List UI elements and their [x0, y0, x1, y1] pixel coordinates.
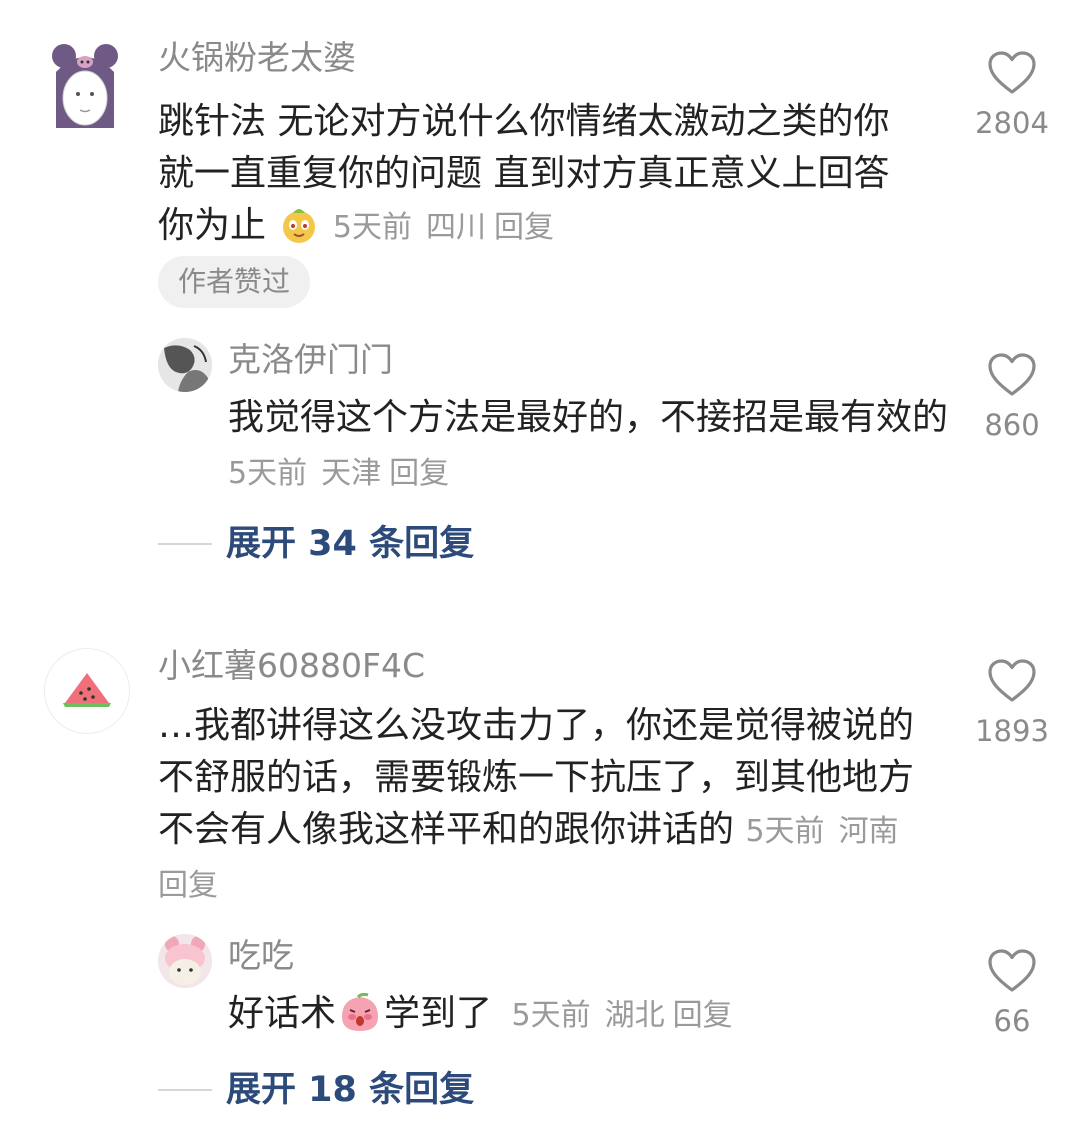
heart-icon[interactable] [987, 948, 1037, 994]
comment-location: 四川 [426, 210, 487, 245]
comment-time: 5天前 [745, 814, 825, 849]
like-count: 1893 [975, 714, 1049, 748]
reply-location: 天津 [321, 456, 382, 491]
like-button[interactable]: 66 [962, 948, 1062, 1038]
like-button[interactable]: 1893 [962, 658, 1062, 748]
like-count: 2804 [975, 106, 1049, 140]
reply-button[interactable]: 回复 [158, 868, 218, 903]
like-count: 860 [984, 408, 1040, 442]
reply-button[interactable]: 回复 [494, 210, 554, 245]
comment-time: 5天前 [332, 210, 413, 245]
expand-replies-label[interactable]: 展开 18 条回复 [226, 1068, 474, 1112]
comment-content: …我都讲得这么没攻击力了，你还是觉得被说的不舒服的话，需要锻炼一下抗压了，到其他… [158, 700, 918, 912]
avatar[interactable] [158, 338, 212, 392]
comment-username[interactable]: 小红薯60880F4C [158, 646, 425, 686]
kuromi-avatar-icon [52, 44, 118, 128]
comment-location: 河南 [838, 814, 899, 849]
like-button[interactable]: 860 [962, 352, 1062, 442]
reply-text-after: 学到了 [384, 993, 493, 1034]
reply-location: 湖北 [604, 998, 665, 1033]
heart-icon[interactable] [987, 352, 1037, 398]
reply-text: 我觉得这个方法是最好的，不接招是最有效的 [228, 397, 949, 438]
expand-replies-button[interactable]: 展开 18 条回复 [158, 1068, 474, 1112]
expand-replies-button[interactable]: 展开 34 条回复 [158, 522, 474, 566]
smiling-dog-face-icon [279, 205, 319, 260]
reply-username[interactable]: 吃吃 [228, 936, 294, 976]
blushing-peach-icon [338, 992, 382, 1048]
reply-button[interactable]: 回复 [389, 456, 449, 491]
expand-replies-label[interactable]: 展开 34 条回复 [226, 522, 474, 566]
divider-line [158, 1089, 212, 1091]
heart-icon[interactable] [987, 658, 1037, 704]
watermelon-avatar-icon [63, 673, 111, 707]
heart-icon[interactable] [987, 50, 1037, 96]
reply-time: 5天前 [511, 998, 591, 1033]
reply-content: 我觉得这个方法是最好的，不接招是最有效的 5天前 天津 回复 [228, 392, 948, 500]
cat-in-pig-hat-avatar-icon [158, 934, 212, 988]
comment-content: 跳针法 无论对方说什么你情绪太激动之类的你就一直重复你的问题 直到对方真正意义上… [158, 96, 918, 260]
reply-content: 好话术 学到了 5天前 湖北 回复 [228, 988, 948, 1048]
sketch-portrait-avatar-icon [158, 338, 212, 392]
like-button[interactable]: 2804 [962, 50, 1062, 140]
like-count: 66 [993, 1004, 1031, 1038]
author-liked-badge: 作者赞过 [158, 256, 311, 308]
reply-username[interactable]: 克洛伊门门 [228, 340, 393, 380]
comment-username[interactable]: 火锅粉老太婆 [158, 38, 356, 78]
reply-text-before: 好话术 [228, 993, 337, 1034]
reply-time: 5天前 [228, 456, 308, 491]
avatar[interactable] [158, 934, 212, 988]
avatar[interactable] [44, 648, 130, 734]
reply-button[interactable]: 回复 [673, 998, 733, 1033]
avatar[interactable] [52, 42, 118, 128]
divider-line [158, 543, 212, 545]
